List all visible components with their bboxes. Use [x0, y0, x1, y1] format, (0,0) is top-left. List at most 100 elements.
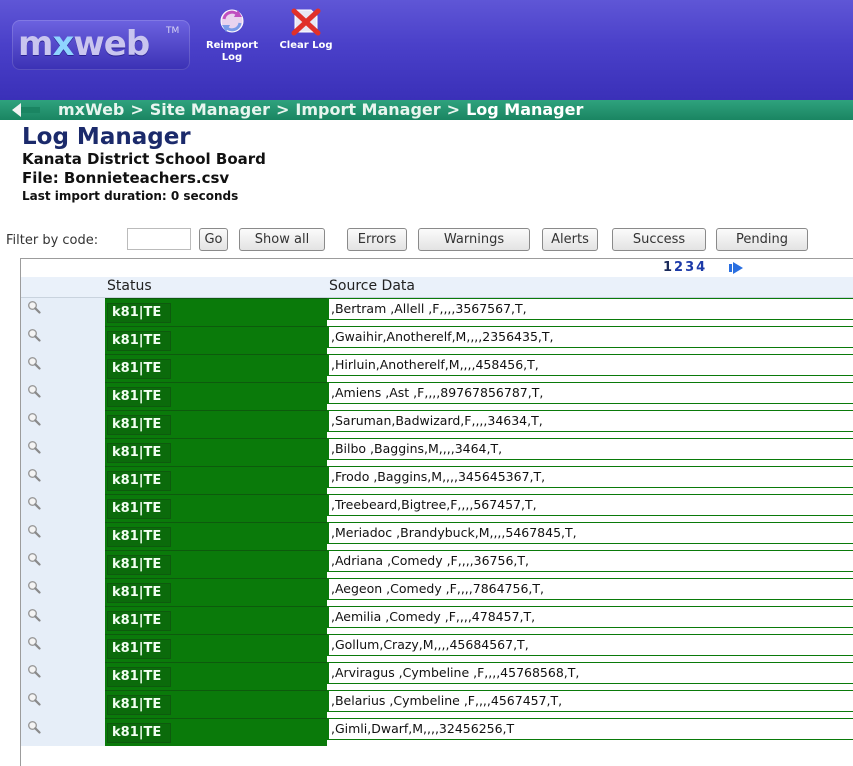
view-cell [21, 634, 105, 662]
clear-log-label: Clear Log [279, 40, 333, 51]
status-cell: k81|TE [105, 466, 327, 494]
magnifier-icon[interactable] [27, 496, 41, 510]
source-data-cell: ,Bertram ,Allell ,F,,,,3567567,T, [327, 298, 853, 320]
filter-bar: Filter by code: Go Show all Errors Warni… [6, 228, 851, 252]
status-code: k81|TE [107, 667, 171, 687]
table-row[interactable]: k81|TE ,Frodo ,Baggins,M,,,,345645367,T, [21, 466, 853, 494]
page-title: Log Manager [22, 124, 191, 150]
status-cell: k81|TE [105, 410, 327, 438]
view-cell [21, 550, 105, 578]
filter-label: Filter by code: [6, 233, 99, 248]
magnifier-icon[interactable] [27, 412, 41, 426]
success-button[interactable]: Success [612, 228, 706, 251]
import-duration: Last import duration: 0 seconds [22, 189, 239, 203]
table-row[interactable]: k81|TE ,Aemilia ,Comedy ,F,,,,478457,T, [21, 606, 853, 634]
school-board-name: Kanata District School Board [22, 150, 266, 168]
table-row[interactable]: k81|TE ,Gimli,Dwarf,M,,,,32456256,T [21, 718, 853, 746]
source-data-cell: ,Adriana ,Comedy ,F,,,,36756,T, [327, 550, 853, 572]
table-row[interactable]: k81|TE ,Arviragus ,Cymbeline ,F,,,,457685… [21, 662, 853, 690]
view-cell [21, 662, 105, 690]
status-cell: k81|TE [105, 354, 327, 382]
magnifier-icon[interactable] [27, 384, 41, 398]
magnifier-icon[interactable] [27, 636, 41, 650]
status-code: k81|TE [107, 387, 171, 407]
table-row[interactable]: k81|TE ,Bertram ,Allell ,F,,,,3567567,T, [21, 298, 853, 326]
breadcrumb-item-site-manager[interactable]: Site Manager [150, 100, 270, 119]
show-all-button[interactable]: Show all [239, 228, 325, 251]
app-header: mxweb TM Reimport Log Clear Log [0, 0, 853, 100]
source-data-cell: ,Treebeard,Bigtree,F,,,,567457,T, [327, 494, 853, 516]
mxweb-logo[interactable]: mxweb TM [12, 20, 190, 70]
status-cell: k81|TE [105, 606, 327, 634]
magnifier-icon[interactable] [27, 440, 41, 454]
column-header-source-data[interactable]: Source Data [329, 278, 415, 294]
reimport-log-button[interactable]: Reimport Log [198, 6, 266, 64]
magnifier-icon[interactable] [27, 692, 41, 706]
status-cell: k81|TE [105, 494, 327, 522]
column-header-status[interactable]: Status [107, 278, 152, 294]
magnifier-icon[interactable] [27, 468, 41, 482]
next-page-icon[interactable] [729, 262, 743, 274]
page-link-2[interactable]: 2 [674, 260, 683, 275]
file-name: File: Bonnieteachers.csv [22, 169, 230, 187]
reimport-icon [220, 9, 244, 33]
page-link-4[interactable]: 4 [696, 260, 705, 275]
view-cell [21, 606, 105, 634]
status-cell: k81|TE [105, 634, 327, 662]
magnifier-icon[interactable] [27, 300, 41, 314]
table-row[interactable]: k81|TE ,Bilbo ,Baggins,M,,,,3464,T, [21, 438, 853, 466]
source-data-cell: ,Gollum,Crazy,M,,,,45684567,T, [327, 634, 853, 656]
status-cell: k81|TE [105, 690, 327, 718]
magnifier-icon[interactable] [27, 720, 41, 734]
magnifier-icon[interactable] [27, 580, 41, 594]
go-button[interactable]: Go [199, 228, 228, 251]
table-row[interactable]: k81|TE ,Gollum,Crazy,M,,,,45684567,T, [21, 634, 853, 662]
status-code: k81|TE [107, 303, 171, 323]
magnifier-icon[interactable] [27, 356, 41, 370]
clear-log-button[interactable]: Clear Log [270, 6, 342, 51]
status-code: k81|TE [107, 583, 171, 603]
table-row[interactable]: k81|TE ,Hirluin,Anotherelf,M,,,,458456,T, [21, 354, 853, 382]
view-cell [21, 718, 105, 746]
table-row[interactable]: k81|TE ,Adriana ,Comedy ,F,,,,36756,T, [21, 550, 853, 578]
status-code: k81|TE [107, 695, 171, 715]
status-cell: k81|TE [105, 550, 327, 578]
view-cell [21, 466, 105, 494]
source-data-cell: ,Gimli,Dwarf,M,,,,32456256,T [327, 718, 853, 740]
magnifier-icon[interactable] [27, 552, 41, 566]
table-row[interactable]: k81|TE ,Gwaihir,Anotherelf,M,,,,2356435,T… [21, 326, 853, 354]
magnifier-icon[interactable] [27, 608, 41, 622]
alerts-button[interactable]: Alerts [542, 228, 598, 251]
view-cell [21, 382, 105, 410]
table-body: k81|TE ,Bertram ,Allell ,F,,,,3567567,T, k… [21, 298, 853, 746]
status-code: k81|TE [107, 471, 171, 491]
view-cell [21, 690, 105, 718]
magnifier-icon[interactable] [27, 524, 41, 538]
status-cell: k81|TE [105, 522, 327, 550]
table-row[interactable]: k81|TE ,Meriadoc ,Brandybuck,M,,,,5467845… [21, 522, 853, 550]
source-data-cell: ,Amiens ,Ast ,F,,,,89767856787,T, [327, 382, 853, 404]
pending-button[interactable]: Pending [716, 228, 808, 251]
filter-code-input[interactable] [127, 228, 191, 250]
status-code: k81|TE [107, 527, 171, 547]
magnifier-icon[interactable] [27, 328, 41, 342]
page-link-1[interactable]: 1 [663, 260, 672, 275]
clear-log-icon [291, 8, 321, 36]
breadcrumb-item-mxweb[interactable]: mxWeb [58, 100, 124, 119]
table-row[interactable]: k81|TE ,Saruman,Badwizard,F,,,,34634,T, [21, 410, 853, 438]
table-row[interactable]: k81|TE ,Amiens ,Ast ,F,,,,89767856787,T, [21, 382, 853, 410]
status-code: k81|TE [107, 555, 171, 575]
table-row[interactable]: k81|TE ,Aegeon ,Comedy ,F,,,,7864756,T, [21, 578, 853, 606]
magnifier-icon[interactable] [27, 664, 41, 678]
page-link-3[interactable]: 3 [685, 260, 694, 275]
errors-button[interactable]: Errors [347, 228, 407, 251]
status-code: k81|TE [107, 415, 171, 435]
breadcrumb-separator: > [275, 100, 290, 119]
table-row[interactable]: k81|TE ,Belarius ,Cymbeline ,F,,,,4567457… [21, 690, 853, 718]
status-cell: k81|TE [105, 298, 327, 326]
view-cell [21, 410, 105, 438]
back-arrow-icon[interactable] [12, 103, 40, 117]
breadcrumb-item-import-manager[interactable]: Import Manager [295, 100, 440, 119]
table-row[interactable]: k81|TE ,Treebeard,Bigtree,F,,,,567457,T, [21, 494, 853, 522]
warnings-button[interactable]: Warnings [418, 228, 530, 251]
